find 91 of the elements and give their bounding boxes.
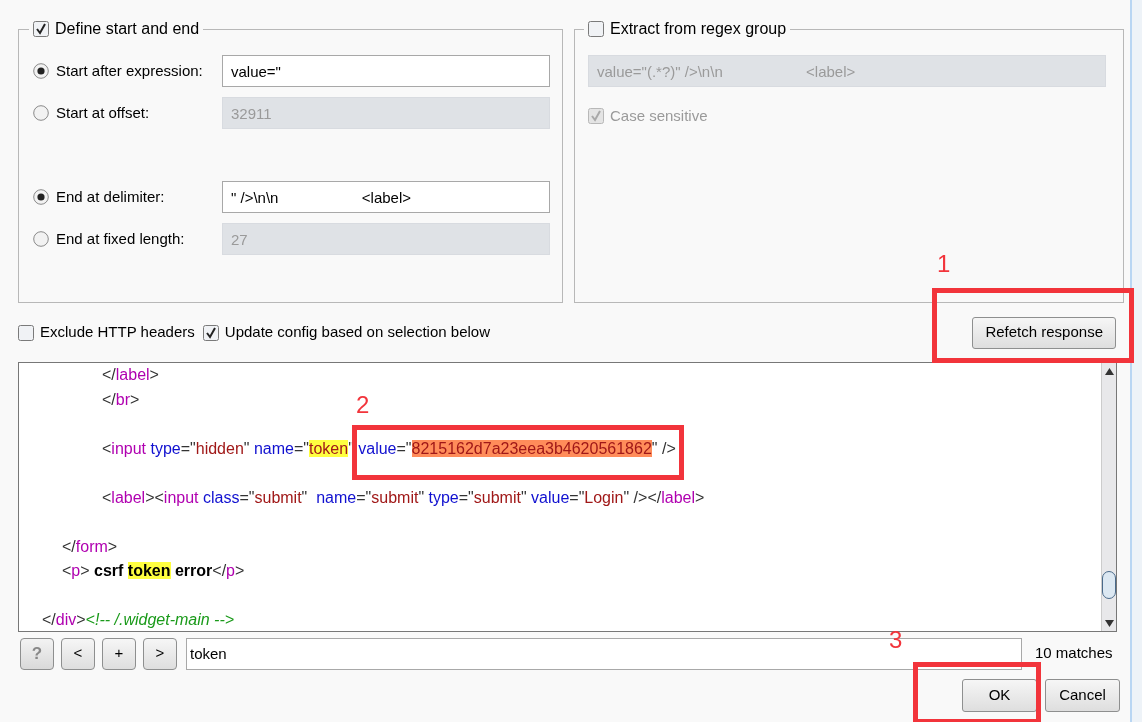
code-text: type <box>428 488 459 506</box>
code-text: value <box>531 488 570 506</box>
search-nav-button[interactable]: > <box>143 637 177 670</box>
code-text: name <box>316 488 357 506</box>
option-label: End at delimiter: <box>56 186 166 207</box>
search-match: token <box>309 439 349 457</box>
annotation-number: 2 <box>356 391 370 419</box>
checkbox[interactable] <box>202 324 219 341</box>
code-text: hidden <box>195 439 244 457</box>
code-text: class <box>202 488 240 506</box>
panel-title: Define start and end <box>55 19 200 39</box>
radio-button[interactable] <box>33 231 49 247</box>
code-text: > <box>80 562 91 579</box>
checkbox-label: Case sensitive <box>610 106 708 126</box>
checkbox[interactable] <box>18 324 34 341</box>
code-text: label <box>115 366 150 383</box>
code-text: =" <box>180 439 196 457</box>
scroll-up-icon[interactable] <box>1104 368 1114 375</box>
text-field[interactable]: value=" <box>222 55 550 87</box>
dialog-button[interactable]: Cancel <box>1045 679 1120 712</box>
code-text: </ <box>212 562 227 579</box>
code-text: " /> <box>651 439 676 457</box>
option-label: Start at offset: <box>56 102 151 123</box>
code-text: > <box>695 488 705 506</box>
code-text: " <box>243 439 251 457</box>
code-text: br <box>115 390 131 408</box>
code-text: =" <box>356 488 372 506</box>
code-text: > <box>149 366 159 383</box>
code-text: label <box>661 488 695 506</box>
code-text: > <box>107 537 118 555</box>
search-nav-button[interactable]: + <box>102 637 136 670</box>
code-text: < <box>101 488 112 506</box>
annotation-number: 1 <box>937 250 951 278</box>
radio-button[interactable] <box>33 105 49 121</box>
code-text: </ <box>101 390 116 408</box>
code-text: " <box>520 488 528 506</box>
scroll-thumb[interactable] <box>1102 571 1116 599</box>
checkbox-label: Update config based on selection below <box>224 322 490 343</box>
refetch-button[interactable]: Refetch response <box>972 316 1116 349</box>
selected-text: 8215162d7a23eea3b4620561862 <box>411 439 652 457</box>
code-text: > <box>130 390 140 408</box>
code-text: form <box>75 537 108 555</box>
code-text: > <box>235 562 245 579</box>
code-text: input <box>163 488 199 506</box>
code-text: =" <box>396 439 412 457</box>
code-text: submit <box>254 488 302 506</box>
checkbox[interactable] <box>33 21 49 37</box>
option-label: End at fixed length: <box>56 228 186 249</box>
code-text: </ <box>61 537 76 555</box>
code-text: < <box>101 439 112 457</box>
code-text: name <box>253 439 294 457</box>
code-text: >< <box>145 488 164 506</box>
match-count: 10 matches <box>1035 643 1113 664</box>
code-text: " /></ <box>623 488 662 506</box>
search-match: token <box>127 562 171 579</box>
text-field[interactable]: " />\n\n <label> <box>222 181 550 213</box>
checkbox[interactable] <box>588 108 604 125</box>
code-text: < <box>61 562 72 579</box>
code-text: =" <box>239 488 255 506</box>
code-text: " <box>301 488 309 506</box>
checkbox-label: Exclude HTTP headers <box>40 322 195 343</box>
option-label: Start after expression: <box>56 60 204 81</box>
code-text: p <box>71 562 81 579</box>
code-text: value <box>358 439 397 457</box>
code-text: type <box>149 439 181 457</box>
code-text: csrf <box>94 562 125 579</box>
search-nav-button[interactable]: < <box>61 637 95 670</box>
code-text: =" <box>293 439 309 457</box>
code-text: </ <box>101 366 116 383</box>
code-text: submit <box>473 488 521 506</box>
code-text: submit <box>371 488 419 506</box>
window-scrollbar[interactable] <box>1130 0 1142 722</box>
code-text: =" <box>458 488 474 506</box>
code-text: > <box>76 611 86 628</box>
scroll-down-icon[interactable] <box>1104 620 1114 627</box>
radio-button[interactable] <box>33 63 49 79</box>
code-text: <!-- /.widget-main --> <box>85 611 235 628</box>
scrollbar[interactable] <box>1101 363 1116 631</box>
code-text: </ <box>41 611 56 628</box>
code-text: Login <box>584 488 624 506</box>
code-text: p <box>226 562 235 579</box>
code-text: " <box>418 488 426 506</box>
radio-button[interactable] <box>33 189 49 205</box>
code-text: =" <box>569 488 585 506</box>
code-text: error <box>173 562 213 579</box>
panel-title: Extract from regex group <box>610 19 787 39</box>
code-text: input <box>111 439 147 457</box>
checkbox[interactable] <box>588 21 604 37</box>
code-text: label <box>111 488 146 506</box>
code-text: div <box>55 611 77 628</box>
dialog-button[interactable]: OK <box>962 679 1037 712</box>
